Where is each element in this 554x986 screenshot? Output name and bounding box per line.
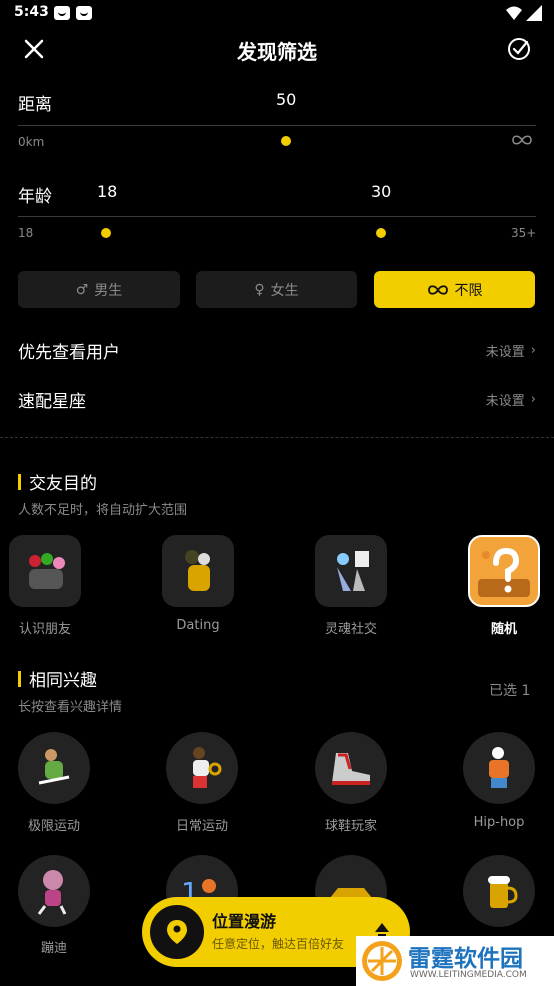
gender-option-female[interactable]: ♀ 女生: [196, 271, 357, 308]
chevron-right-icon: ›: [530, 391, 536, 407]
gender-option-any[interactable]: 不限: [374, 271, 535, 308]
purpose-label: 灵魂社交: [324, 622, 377, 637]
purpose-random-card[interactable]: [468, 535, 540, 607]
watermark: 雷霆软件园 WWW.LEITINGMEDIA.COM: [356, 936, 554, 986]
age-label: 年龄: [18, 187, 52, 207]
age-min-label: 18: [18, 226, 34, 240]
hiphop-icon: [489, 747, 509, 788]
couple-hug-icon: [185, 550, 210, 591]
banner-subtitle: 任意定位，触达百倍好友: [212, 937, 345, 951]
location-badge: [150, 905, 204, 959]
purpose-label: 认识朋友: [18, 622, 71, 637]
watermark-url: WWW.LEITINGMEDIA.COM: [410, 970, 527, 980]
purpose-friends-card[interactable]: [9, 535, 81, 607]
age-high-slider-handle[interactable]: [376, 228, 386, 238]
pref-value: 未设置: [485, 393, 525, 409]
pref-row-priority-users[interactable]: 优先查看用户 未设置 ›: [18, 330, 536, 370]
watermark-title: 雷霆软件园: [408, 946, 523, 972]
distance-slider-handle[interactable]: [281, 136, 291, 146]
male-icon: ♂: [75, 281, 89, 298]
accent-bar: [18, 670, 21, 687]
question-mark-icon: [478, 547, 530, 597]
disco-icon: [37, 870, 67, 915]
age-low-slider-handle[interactable]: [101, 228, 111, 238]
age-low-value: 18: [97, 182, 118, 201]
divider: [18, 125, 536, 126]
divider: [18, 216, 536, 217]
infinity-icon: [427, 284, 448, 295]
sneaker-icon: [332, 753, 370, 785]
signal-icon: [526, 5, 542, 21]
distance-min-label: 0km: [18, 135, 45, 149]
distance-label: 距离: [18, 95, 52, 115]
location-pin-icon: [167, 920, 187, 944]
beer-mug-icon: [488, 876, 518, 908]
extreme-sport-icon: [38, 749, 70, 785]
status-time: 5:43: [14, 4, 49, 20]
interest-sneaker[interactable]: [315, 732, 387, 804]
wifi-icon: [506, 6, 522, 20]
purpose-label: 随机: [490, 622, 517, 637]
banner-title: 位置漫游: [212, 912, 277, 931]
interest-item[interactable]: [463, 855, 535, 927]
soul-social-icon: [337, 551, 369, 591]
interests-subtitle: 长按查看兴趣详情: [18, 700, 123, 715]
interests-selected-count: 已选 1: [489, 683, 531, 699]
status-bar: 5:43: [0, 0, 554, 26]
purpose-label: Dating: [176, 618, 220, 633]
notification-icon: [76, 6, 92, 20]
gender-option-male[interactable]: ♂ 男生: [18, 271, 180, 308]
age-high-value: 30: [371, 182, 392, 201]
interests-section-title: 相同兴趣: [18, 666, 97, 691]
interest-label: 日常运动: [175, 819, 228, 834]
interest-label: Hip-hop: [473, 815, 525, 830]
orange-slice-logo: [362, 941, 402, 981]
purpose-section-title: 交友目的: [18, 469, 97, 494]
infinity-icon: [512, 135, 532, 145]
pref-value: 未设置: [485, 344, 525, 360]
interest-hiphop[interactable]: [463, 732, 535, 804]
dashed-divider: [0, 437, 554, 438]
notification-icon: [54, 6, 70, 20]
pref-label: 速配星座: [18, 391, 86, 412]
distance-value: 50: [276, 90, 297, 109]
interest-extreme-sport[interactable]: [18, 732, 90, 804]
purpose-soul-card[interactable]: [315, 535, 387, 607]
daily-sport-icon: [193, 747, 222, 788]
interest-disco[interactable]: [18, 855, 90, 927]
confirm-check-icon[interactable]: [507, 37, 531, 61]
interest-label: 蹦迪: [40, 941, 67, 956]
female-icon: ♀: [254, 281, 265, 298]
group-friends-icon: [29, 553, 65, 589]
interest-daily-sport[interactable]: [166, 732, 238, 804]
interest-label: 极限运动: [27, 819, 80, 834]
purpose-subtitle: 人数不足时，将自动扩大范围: [18, 503, 188, 518]
pref-row-zodiac[interactable]: 速配星座 未设置 ›: [18, 379, 536, 419]
pref-label: 优先查看用户: [18, 342, 120, 363]
page-title: 发现筛选: [237, 40, 317, 64]
interest-label: 球鞋玩家: [324, 819, 377, 834]
purpose-dating-card[interactable]: [162, 535, 234, 607]
age-max-label: 35+: [511, 226, 537, 240]
chevron-right-icon: ›: [530, 342, 536, 358]
accent-bar: [18, 473, 21, 490]
